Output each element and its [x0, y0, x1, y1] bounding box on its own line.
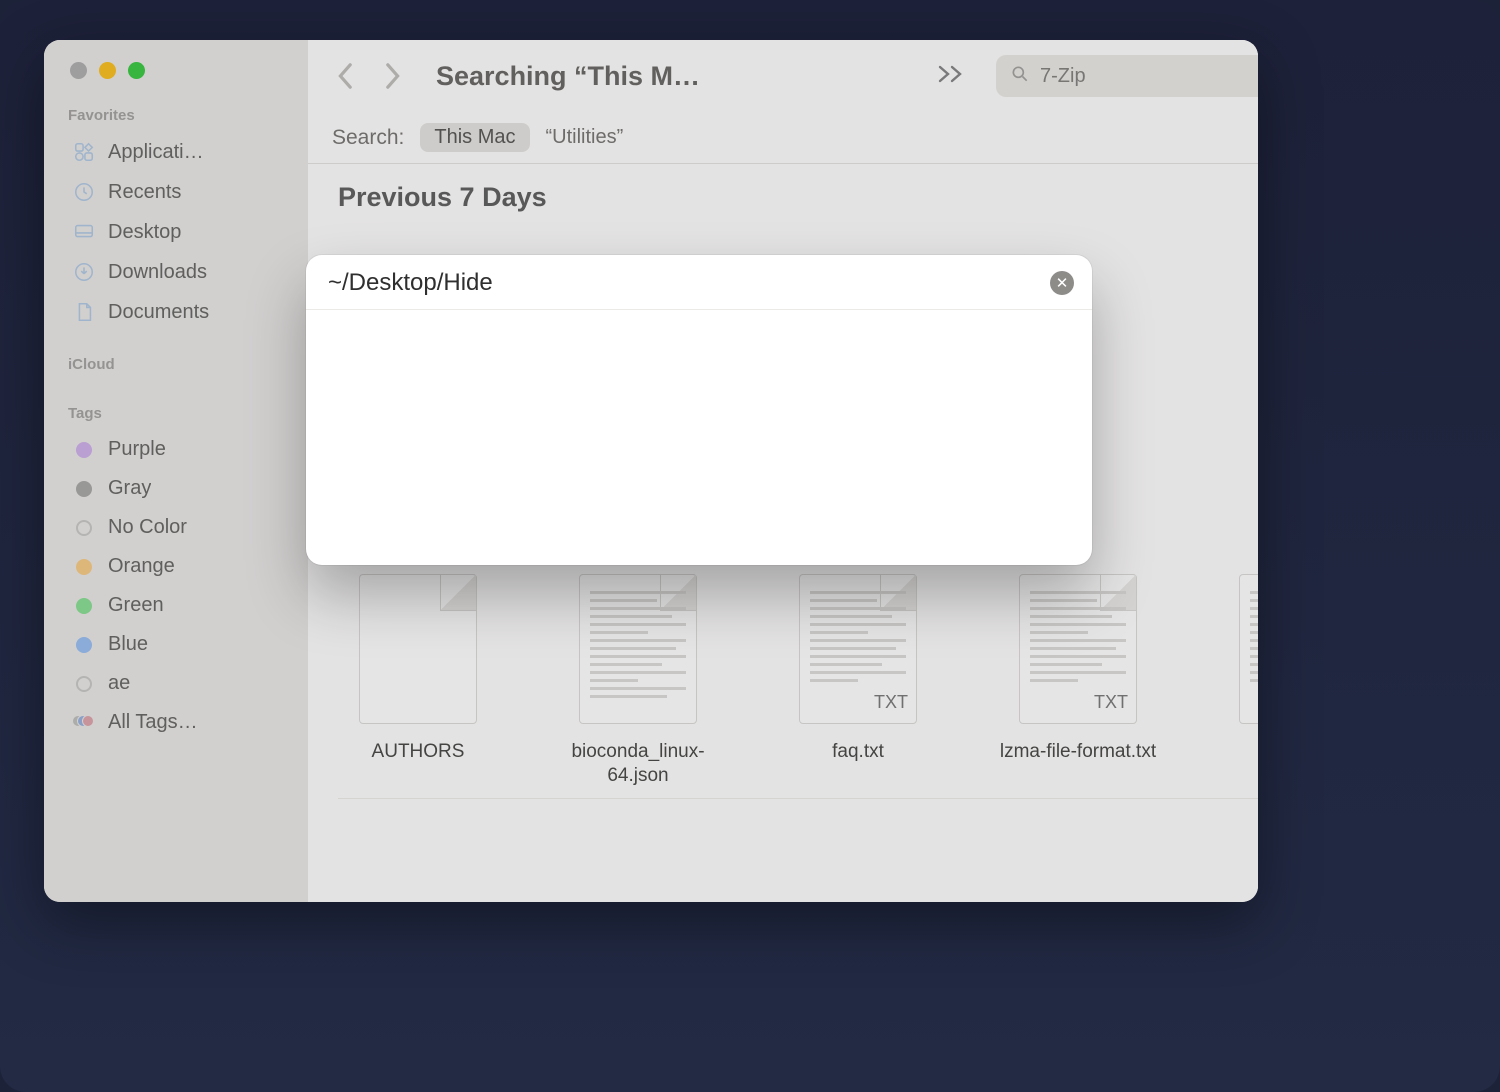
sidebar-tag-label: Green [108, 594, 164, 617]
search-icon [1010, 64, 1030, 89]
tag-dot-icon [76, 481, 92, 497]
zoom-button[interactable] [128, 62, 145, 79]
file-name: bioconda_linux-64.json [558, 740, 718, 788]
scope-label: Search: [332, 126, 404, 150]
search-value: 7-Zip [1040, 65, 1086, 88]
file-icon [579, 574, 697, 724]
sidebar-tag-all[interactable]: All Tags… [66, 703, 294, 742]
toolbar: Searching “This M… 7-Zip ✕ [308, 40, 1258, 112]
desktop-icon [72, 220, 96, 244]
sidebar-tag-label: Purple [108, 438, 166, 461]
window-title: Searching “This M… [436, 61, 700, 92]
sidebar-tag-label: Orange [108, 555, 175, 578]
sidebar-item-label: Downloads [108, 261, 207, 284]
sidebar-tag-gray[interactable]: Gray [66, 469, 294, 508]
sidebar-section-tags: Tags [68, 405, 294, 422]
tag-dot-icon [76, 598, 92, 614]
sidebar-item-downloads[interactable]: Downloads [66, 252, 294, 292]
file-icon: TXT [1019, 574, 1137, 724]
go-to-suggestions [306, 310, 1092, 565]
sidebar-item-label: Applicati… [108, 141, 204, 164]
sidebar-tag-label: All Tags… [108, 711, 198, 734]
scope-this-mac[interactable]: This Mac [420, 123, 529, 152]
sidebar-section-favorites: Favorites [68, 107, 294, 124]
sidebar-tag-blue[interactable]: Blue [66, 625, 294, 664]
back-button[interactable] [332, 62, 360, 90]
sidebar-tag-nocolor[interactable]: No Color [66, 508, 294, 547]
close-button[interactable] [70, 62, 87, 79]
sidebar-tag-label: Gray [108, 477, 151, 500]
sidebar-tag-green[interactable]: Green [66, 586, 294, 625]
sidebar-tag-label: Blue [108, 633, 148, 656]
sidebar-item-recents[interactable]: Recents [66, 172, 294, 212]
minimize-button[interactable] [99, 62, 116, 79]
search-field[interactable]: 7-Zip ✕ [996, 55, 1258, 97]
file-name: lzma-file-format.txt [1000, 740, 1156, 764]
toolbar-overflow-button[interactable] [936, 63, 966, 90]
sidebar-item-label: Documents [108, 301, 209, 324]
sidebar-tag-purple[interactable]: Purple [66, 430, 294, 469]
file-icon [359, 574, 477, 724]
scope-utilities[interactable]: “Utilities” [546, 126, 624, 149]
window-controls [66, 62, 294, 79]
sidebar-item-label: Desktop [108, 221, 181, 244]
all-tags-icon [72, 715, 94, 731]
file-badge: TXT [1094, 692, 1128, 713]
sidebar-item-documents[interactable]: Documents [66, 292, 294, 332]
sidebar-tag-label: No Color [108, 516, 187, 539]
group-header-7days: Previous 7 Days [338, 182, 1258, 213]
file-item[interactable]: TXT lzma-file-format.txt [998, 574, 1158, 788]
group-title: Previous 7 Days [338, 182, 547, 213]
close-icon[interactable]: ✕ [1050, 271, 1074, 295]
sidebar: Favorites Applicati… Recents Desktop [44, 40, 308, 902]
file-name: AUTHORS [372, 740, 465, 764]
file-icon: .h [1239, 574, 1258, 724]
file-item[interactable]: .h lzma.h [1218, 574, 1258, 788]
file-icon: TXT [799, 574, 917, 724]
clock-icon [72, 180, 96, 204]
documents-icon [72, 300, 96, 324]
sidebar-item-label: Recents [108, 181, 181, 204]
tag-dot-icon [76, 559, 92, 575]
search-scope-bar: Search: This Mac “Utilities” Save ＋ [308, 112, 1258, 164]
tag-dot-icon [76, 442, 92, 458]
file-item[interactable]: TXT faq.txt [778, 574, 938, 788]
sidebar-item-desktop[interactable]: Desktop [66, 212, 294, 252]
downloads-icon [72, 260, 96, 284]
sidebar-section-icloud: iCloud [68, 356, 294, 373]
sidebar-tag-label: ae [108, 672, 130, 695]
file-item[interactable]: AUTHORS [338, 574, 498, 788]
tag-empty-icon [76, 520, 92, 536]
forward-button[interactable] [378, 62, 406, 90]
sidebar-item-applications[interactable]: Applicati… [66, 132, 294, 172]
tag-empty-icon [76, 676, 92, 692]
sidebar-tag-orange[interactable]: Orange [66, 547, 294, 586]
applications-icon [72, 140, 96, 164]
file-row: AUTHORS bioconda_linux-64.json [338, 574, 1258, 799]
file-name: faq.txt [832, 740, 884, 764]
go-to-folder-sheet: ~/Desktop/Hide ✕ [306, 255, 1092, 565]
tag-dot-icon [76, 637, 92, 653]
file-item[interactable]: bioconda_linux-64.json [558, 574, 718, 788]
sidebar-tag-ae[interactable]: ae [66, 664, 294, 703]
finder-window: Favorites Applicati… Recents Desktop [44, 40, 1258, 902]
go-to-path-input[interactable]: ~/Desktop/Hide [328, 269, 493, 297]
file-badge: TXT [874, 692, 908, 713]
